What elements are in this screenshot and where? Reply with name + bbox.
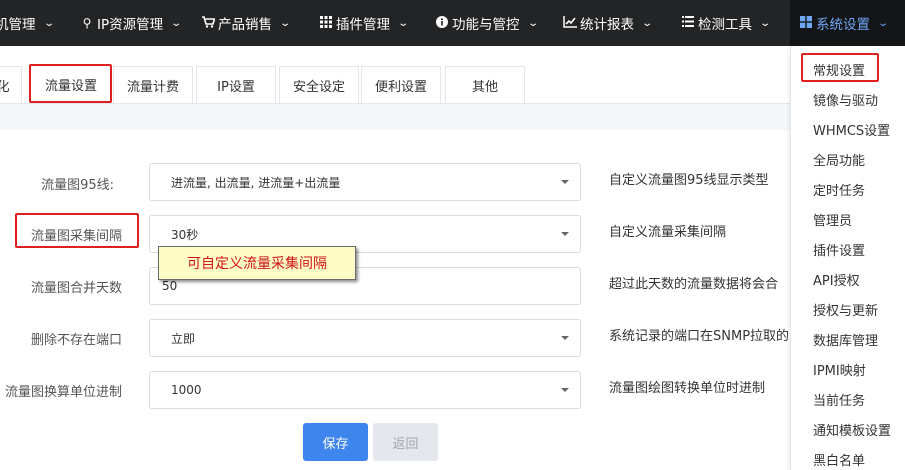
cart-icon: [201, 15, 216, 31]
settings-tabbar: 优化 流量设置 流量计费 IP设置 安全设定 便利设置 其他: [0, 46, 790, 104]
tab-label: 流量设置: [44, 78, 97, 94]
menu-item-black-white-list[interactable]: 黑白名单: [813, 450, 865, 469]
help-text: 流量图绘图转换单位时进制: [609, 381, 766, 396]
caret-down-icon: [561, 336, 569, 340]
tab-label: 优化: [0, 79, 10, 95]
menu-item-whmcs-settings[interactable]: WHMCS设置: [813, 120, 890, 139]
save-button[interactable]: 保存: [303, 423, 368, 461]
tab-label: 便利设置: [374, 79, 427, 95]
caret-down-icon: [561, 180, 569, 184]
nav-label: 系统设置: [816, 17, 870, 33]
help-text: 自定义流量采集间隔: [609, 225, 727, 240]
menu-item-general-settings[interactable]: 常规设置: [813, 60, 865, 79]
chevron-down-icon: ⌄: [170, 17, 183, 29]
nav-label: IP资源管理: [97, 17, 164, 33]
help-text: 系统记录的端口在SNMP拉取的: [609, 329, 790, 344]
tab-ip-settings[interactable]: IP设置: [196, 66, 276, 103]
tab-security-settings[interactable]: 安全设定: [279, 66, 359, 103]
traffic-95-line-select[interactable]: 进流量, 出流量, 进流量+出流量: [149, 163, 581, 201]
menu-item-scheduled-tasks[interactable]: 定时任务: [813, 180, 865, 199]
nav-item-plugin-management[interactable]: 插件管理 ⌄: [319, 0, 410, 46]
nav-item-detection-tools[interactable]: 检测工具 ⌄: [681, 0, 772, 46]
nav-label: 检测工具: [698, 17, 752, 33]
select-value: 立即: [171, 331, 196, 346]
menu-item-administrators[interactable]: 管理员: [813, 210, 852, 229]
menu-item-api-authorization[interactable]: API授权: [813, 270, 860, 289]
input-value: 50: [162, 279, 178, 293]
system-settings-dropdown: 常规设置 镜像与驱动 WHMCS设置 全局功能 定时任务 管理员 插件设置 AP…: [790, 46, 905, 470]
nav-label: 机管理: [0, 17, 36, 33]
info-circle-icon: [435, 15, 449, 31]
tab-label: 安全设定: [292, 79, 345, 95]
menu-item-images-drivers[interactable]: 镜像与驱动: [813, 90, 878, 109]
list-icon: [681, 16, 695, 30]
map-marker-icon: ⚲: [82, 16, 92, 30]
nav-label: 产品销售: [218, 17, 272, 33]
menu-item-plugin-settings[interactable]: 插件设置: [813, 240, 865, 259]
select-value: 30秒: [171, 227, 199, 242]
tab-traffic-settings[interactable]: 流量设置: [30, 65, 112, 102]
tooltip: 可自定义流量采集间隔: [158, 246, 356, 280]
tab-label: 流量计费: [126, 79, 179, 95]
nav-item-product-sales[interactable]: 产品销售 ⌄: [201, 0, 292, 46]
chevron-down-icon: ⌄: [641, 17, 654, 29]
grid-icon: [319, 15, 333, 31]
menu-item-database-management[interactable]: 数据库管理: [813, 330, 878, 349]
caret-down-icon: [561, 232, 569, 236]
nav-item-ip-resources[interactable]: ⚲ IP资源管理 ⌄: [80, 0, 183, 46]
tab-convenience-settings[interactable]: 便利设置: [361, 66, 441, 103]
top-navbar: 机管理 ⌄ ⚲ IP资源管理 ⌄ 产品销售 ⌄ 插件管理 ⌄ 功能与管控 ⌄ 统…: [0, 0, 905, 46]
menu-item-license-updates[interactable]: 授权与更新: [813, 300, 878, 319]
nav-item-features-control[interactable]: 功能与管控 ⌄: [435, 0, 539, 46]
content-header-band: [0, 104, 790, 130]
nav-label: 插件管理: [336, 17, 390, 33]
delete-ports-select[interactable]: 立即: [149, 319, 581, 357]
chevron-down-icon: ⌄: [279, 17, 292, 29]
menu-item-current-tasks[interactable]: 当前任务: [813, 390, 865, 409]
chevron-down-icon: ⌄: [759, 17, 772, 29]
menu-item-ipmi-mapping[interactable]: IPMI映射: [813, 360, 866, 379]
field-label: 流量图95线:: [41, 178, 114, 193]
chevron-down-icon: ⌄: [877, 17, 890, 29]
menu-item-notification-templates[interactable]: 通知模板设置: [813, 420, 891, 439]
tab-optimize[interactable]: 优化: [0, 66, 22, 103]
unit-base-select[interactable]: 1000: [149, 371, 581, 409]
chevron-down-icon: ⌄: [526, 17, 539, 29]
chevron-down-icon: ⌄: [42, 17, 55, 29]
nav-item-system-settings[interactable]: 系统设置 ⌄: [790, 0, 905, 46]
help-text: 超过此天数的流量数据将会合: [609, 277, 779, 292]
chevron-down-icon: ⌄: [397, 17, 410, 29]
select-value: 进流量, 出流量, 进流量+出流量: [171, 175, 341, 190]
tab-traffic-billing[interactable]: 流量计费: [113, 66, 193, 103]
help-text: 自定义流量图95线显示类型: [609, 173, 769, 188]
field-label: 流量图合并天数: [30, 281, 122, 296]
windows-icon: [799, 15, 813, 31]
field-label: 流量图采集间隔: [30, 229, 122, 244]
nav-label: 统计报表: [580, 17, 634, 33]
nav-item-server-management[interactable]: 机管理 ⌄: [0, 0, 55, 46]
field-label: 删除不存在端口: [30, 333, 122, 348]
field-label: 流量图换算单位进制: [4, 385, 122, 400]
nav-item-statistics-reports[interactable]: 统计报表 ⌄: [563, 0, 654, 46]
menu-item-global-features[interactable]: 全局功能: [813, 150, 865, 169]
tab-other[interactable]: 其他: [445, 66, 525, 103]
chart-line-icon: [563, 15, 577, 31]
caret-down-icon: [561, 388, 569, 392]
nav-label: 功能与管控: [452, 17, 520, 33]
back-button[interactable]: 返回: [373, 423, 438, 461]
tab-label: 其他: [471, 79, 498, 95]
tab-label: IP设置: [217, 79, 255, 95]
select-value: 1000: [171, 383, 202, 397]
